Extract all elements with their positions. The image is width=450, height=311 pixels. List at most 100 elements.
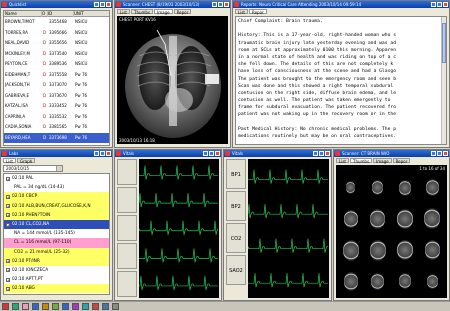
scanner-chest-titlebar[interactable]: Scanner: CHEST (8/19/03 2003/10/13) (115, 1, 230, 8)
table-row[interactable]: KATZAL,ISA D 3333452 Pw 76 (4, 101, 109, 112)
ct-thumbnail[interactable] (419, 204, 445, 234)
scanner-icon[interactable] (102, 303, 109, 310)
ct-thumbnail[interactable] (338, 204, 364, 234)
close-button[interactable] (224, 2, 229, 7)
ct-thumbnail[interactable] (392, 266, 418, 296)
minimize-button[interactable] (94, 2, 99, 7)
ct-thumbnail[interactable] (392, 235, 418, 265)
vitals-channel-button[interactable] (117, 271, 137, 297)
scroll-thumb[interactable] (442, 23, 446, 63)
table-row[interactable]: MCKINLEY,M D 3373540 NSICU (4, 49, 109, 60)
close-button[interactable] (215, 151, 220, 156)
labs-titlebar[interactable]: Labs (1, 150, 112, 157)
sao2-button[interactable]: SAO2 (226, 255, 246, 285)
report-titlebar[interactable]: Reports: Neuro Critical Care Attending 2… (233, 1, 449, 8)
report-icon[interactable] (62, 303, 69, 310)
maximize-button[interactable] (100, 2, 105, 7)
maximize-button[interactable] (218, 2, 223, 7)
folder-icon[interactable] (22, 303, 29, 310)
vitals-titlebar[interactable]: Vitals (224, 150, 331, 157)
vitals-channel-button[interactable] (117, 243, 137, 269)
ct-thumbnail[interactable] (338, 235, 364, 265)
chart-icon[interactable] (32, 303, 39, 310)
table-row[interactable]: BEYARD,HEA D 3373698 Pw 76 (4, 132, 109, 143)
vitals-titlebar[interactable]: Vitals (115, 150, 221, 157)
tab-list[interactable]: List (235, 9, 248, 15)
minimize-button[interactable] (212, 2, 217, 7)
bp1-button[interactable]: BP1 (226, 159, 246, 189)
list-item[interactable]: +02:10 PHEN?TOIN (4, 210, 109, 220)
ct-thumbnail[interactable] (392, 173, 418, 203)
patient-icon[interactable] (42, 303, 49, 310)
network-icon[interactable] (12, 303, 19, 310)
minimize-button[interactable] (203, 151, 208, 156)
minimize-button[interactable] (431, 151, 436, 156)
maximize-button[interactable] (437, 151, 442, 156)
table-row[interactable]: GABRIEVA,E D 3373670 Pw 76 (4, 91, 109, 102)
table-row[interactable]: CADIA,SONIA D 3381565 Pw 76 (4, 122, 109, 133)
tab-report[interactable]: Repor (392, 158, 411, 164)
monitor-icon[interactable] (92, 303, 99, 310)
scrollbar[interactable] (441, 17, 446, 144)
tab-report[interactable]: Repor (249, 9, 267, 15)
vitals-channel-button[interactable] (117, 215, 137, 241)
list-item[interactable]: +02:10 ABG (4, 284, 109, 294)
ct-thumbnail[interactable] (419, 266, 445, 296)
close-button[interactable] (443, 151, 448, 156)
maximize-button[interactable] (437, 2, 442, 7)
ct-thumbnail[interactable] (419, 173, 445, 203)
scanner-ct-titlebar[interactable]: Scanner: CT BRAIN W/O (334, 150, 449, 157)
quicklist-titlebar[interactable]: Quicklist (1, 1, 112, 8)
report-text-area[interactable]: Chief Complaint: Brain trauma. History: T… (235, 16, 447, 145)
ct-thumbnail[interactable] (365, 235, 391, 265)
tab-list[interactable]: List (336, 158, 349, 164)
list-item[interactable]: +02:10 ALB,BUN,CREAT,GLUCOSE,K,N (4, 201, 109, 211)
vitals-channel-button[interactable] (117, 159, 137, 185)
list-item[interactable]: +02:10 APTT,PT (4, 275, 109, 284)
image-icon[interactable] (52, 303, 59, 310)
table-row[interactable]: TORRES,RA D 3395666 NSICU (4, 28, 109, 39)
table-row[interactable]: BROWN,TIMOT 3355468 NSICU (4, 17, 109, 28)
list-item[interactable]: CL = 116 mmol/L (97-110) (4, 238, 109, 248)
maximize-button[interactable] (209, 151, 214, 156)
table-row[interactable]: NEAL,DAVID D 3355656 NSICU (4, 38, 109, 49)
table-row[interactable]: EIDEHMAN,T D 3375558 Pw 76 (4, 70, 109, 81)
ct-thumbnail[interactable] (419, 235, 445, 265)
tab-graph[interactable]: Graph (17, 158, 36, 164)
expand-icon[interactable]: + (6, 222, 10, 227)
app-icon[interactable] (2, 303, 9, 310)
expand-icon[interactable]: + (6, 194, 10, 199)
list-item[interactable]: +02:10 PT/INR (4, 256, 109, 266)
close-button[interactable] (106, 151, 111, 156)
list-item[interactable]: +02:10 CL,CO2,NA (4, 219, 109, 230)
tab-report[interactable]: Repor (173, 9, 192, 15)
close-button[interactable] (325, 151, 330, 156)
ct-thumbnail[interactable] (338, 266, 364, 296)
co2-button[interactable]: CO2 (226, 223, 246, 253)
minimize-button[interactable] (94, 151, 99, 156)
settings-icon[interactable] (112, 303, 119, 310)
tab-list[interactable]: List (117, 9, 130, 15)
lab-icon[interactable] (72, 303, 79, 310)
expand-icon[interactable]: + (6, 204, 10, 209)
vitals-icon[interactable] (82, 303, 89, 310)
expand-icon[interactable]: + (6, 268, 10, 273)
ct-thumbnail[interactable] (365, 266, 391, 296)
expand-icon[interactable]: + (6, 176, 10, 181)
table-row[interactable]: PEYTON,CE D 3389536 NSICU (4, 59, 109, 70)
list-item[interactable]: +02:10 CBCP (4, 192, 109, 202)
chevron-down-icon[interactable] (56, 166, 62, 171)
tab-thumbs[interactable]: Thumbs (350, 158, 373, 164)
minimize-button[interactable] (431, 2, 436, 7)
tab-thumbs[interactable]: Thumbs (131, 9, 154, 15)
expand-icon[interactable]: + (6, 259, 10, 264)
list-item[interactable]: +02:10 PAL (4, 174, 109, 183)
bp2-button[interactable]: BP2 (226, 191, 246, 221)
minimize-button[interactable] (313, 151, 318, 156)
list-item[interactable]: +02:10 IONCZECA (4, 266, 109, 275)
ct-thumbnail[interactable] (365, 204, 391, 234)
list-item[interactable]: PAL = 34 ng/dL (14-43) (4, 183, 109, 192)
list-item[interactable]: NA = 144 mmol/L (135-145) (4, 229, 109, 238)
table-row[interactable]: CAPRINI,A D 3335532 Pw 76 (4, 112, 109, 123)
table-row[interactable]: JACKSON,TH D 3373070 Pw 76 (4, 80, 109, 91)
